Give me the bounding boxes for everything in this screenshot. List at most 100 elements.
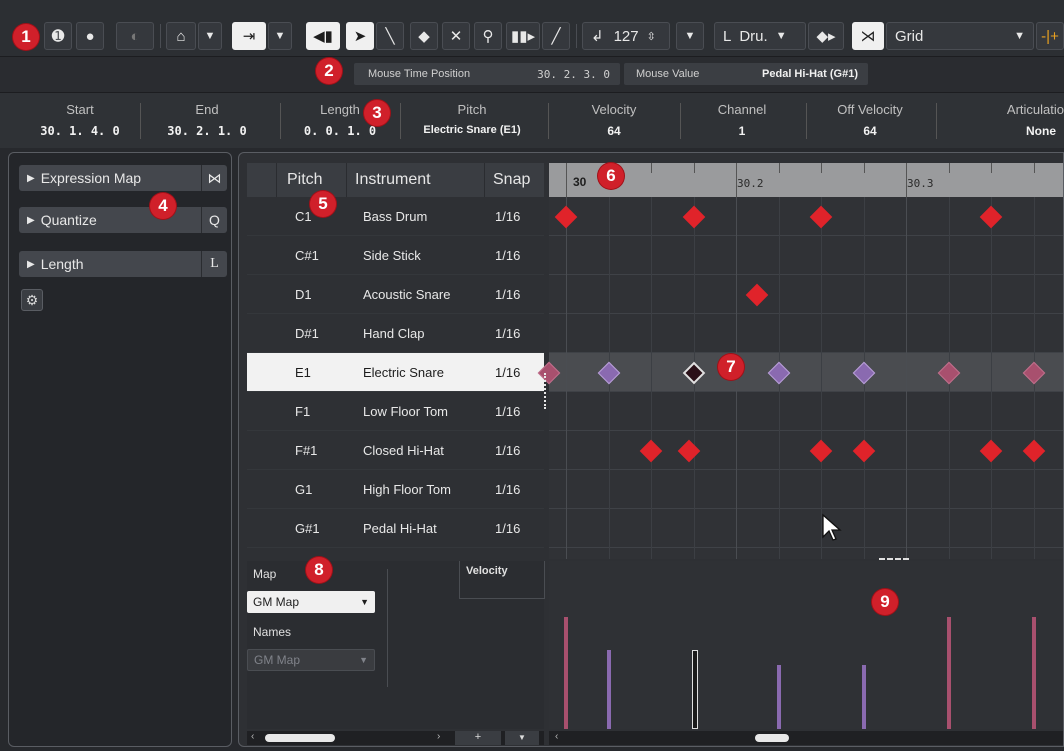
scroll-thumb[interactable] bbox=[755, 734, 789, 742]
insert-velocity-value: 127 bbox=[613, 27, 639, 45]
info-end[interactable]: End 30. 2. 1. 0 bbox=[152, 93, 262, 149]
velocity-bar[interactable] bbox=[776, 665, 781, 729]
callout-marker-2: 2 bbox=[316, 58, 342, 84]
info-off-velocity[interactable]: Off Velocity 64 bbox=[810, 93, 930, 149]
pitch-value[interactable]: Electric Snare (E1) bbox=[404, 124, 540, 136]
info-channel[interactable]: Channel 1 bbox=[684, 93, 800, 149]
info-pitch[interactable]: Pitch Electric Snare (E1) bbox=[404, 93, 540, 149]
instrument-column-header[interactable]: Instrument bbox=[347, 163, 485, 197]
map-select[interactable]: GM Map ▼ bbox=[247, 591, 375, 613]
splitter-handle[interactable] bbox=[544, 373, 548, 409]
drum-list-row[interactable]: F1 Low Floor Tom 1/16 bbox=[247, 392, 544, 431]
snap-cell: 1/16 bbox=[495, 247, 521, 263]
add-lane-icon[interactable]: + bbox=[455, 731, 501, 745]
grid-horizontal-scrollbar[interactable]: ‹ bbox=[549, 731, 1063, 745]
velocity-bar[interactable] bbox=[606, 649, 611, 729]
drum-list-row[interactable]: D#1 Hand Clap 1/16 bbox=[247, 314, 544, 353]
inspector-dropdown-icon[interactable]: ▼ bbox=[198, 22, 222, 50]
drum-list-row[interactable]: C1 Bass Drum 1/16 bbox=[247, 197, 544, 236]
snap-type-icon[interactable]: ⋊ bbox=[852, 22, 884, 50]
drum-list-row[interactable]: E1 Electric Snare 1/16 bbox=[247, 353, 544, 392]
note-lane[interactable] bbox=[549, 314, 1063, 353]
note-lane[interactable] bbox=[549, 353, 1063, 392]
pitch-label: Pitch bbox=[457, 102, 487, 117]
stepper-icon[interactable]: ⇳ bbox=[647, 30, 656, 43]
start-label: Start bbox=[66, 102, 94, 117]
erase-icon[interactable]: ◆ bbox=[410, 22, 438, 50]
length-quantize-select[interactable]: L Dru. ▼ bbox=[714, 22, 806, 50]
velocity-lane-label[interactable]: Velocity bbox=[459, 561, 545, 599]
note-lane[interactable] bbox=[549, 392, 1063, 431]
record-icon[interactable]: ● bbox=[76, 22, 104, 50]
inspector-toggle-icon[interactable]: ⌂ bbox=[166, 22, 196, 50]
velocity-bar[interactable] bbox=[1031, 616, 1036, 729]
inspector-length[interactable]: ▶ Length L bbox=[19, 251, 227, 277]
velocity-bar[interactable] bbox=[691, 649, 698, 729]
scroll-left-icon[interactable]: ‹ bbox=[251, 731, 254, 742]
pitch-cell: G1 bbox=[295, 481, 313, 497]
object-select-icon[interactable]: ➤ bbox=[346, 22, 374, 50]
autoscroll-dropdown-icon[interactable]: ▼ bbox=[268, 22, 292, 50]
scroll-left-icon[interactable]: ‹ bbox=[555, 731, 558, 742]
mute-icon[interactable]: ✕ bbox=[442, 22, 470, 50]
instrument-cell: Closed Hi-Hat bbox=[363, 442, 444, 458]
line-tool-icon[interactable]: ╱ bbox=[542, 22, 570, 50]
info-velocity[interactable]: Velocity 64 bbox=[552, 93, 676, 149]
note-grid[interactable] bbox=[537, 163, 1063, 559]
velocity-dropdown-icon[interactable]: ▼ bbox=[676, 22, 704, 50]
end-value[interactable]: 30. 2. 1. 0 bbox=[152, 124, 262, 138]
channel-value[interactable]: 1 bbox=[684, 124, 800, 138]
comp-tool-icon[interactable]: ▮▮▸ bbox=[506, 22, 540, 50]
ruler[interactable]: 30 30.2 30.3 bbox=[549, 163, 1063, 197]
zoom-icon[interactable]: ⚲ bbox=[474, 22, 502, 50]
names-select[interactable]: GM Map ▼ bbox=[247, 649, 375, 671]
start-value[interactable]: 30. 1. 4. 0 bbox=[30, 124, 130, 138]
solo-icon[interactable]: ➊ bbox=[44, 22, 72, 50]
inspector-quantize[interactable]: ▶ Quantize Q bbox=[19, 207, 227, 233]
drumstick-icon[interactable]: ╲ bbox=[376, 22, 404, 50]
articulation-value[interactable]: None bbox=[980, 124, 1064, 138]
lane-dropdown-icon[interactable]: ▼ bbox=[505, 731, 539, 745]
note-lane[interactable] bbox=[549, 509, 1063, 548]
mouse-value-label: Mouse Value bbox=[636, 68, 700, 80]
scroll-right-icon[interactable]: › bbox=[437, 731, 440, 742]
gear-icon[interactable]: ⚙ bbox=[21, 289, 43, 311]
velocity-value[interactable]: 64 bbox=[552, 124, 676, 138]
inspector-expression-map[interactable]: ▶ Expression Map ⋈ bbox=[19, 165, 227, 191]
velocity-lane[interactable] bbox=[549, 558, 1063, 729]
callout-marker-9: 9 bbox=[872, 589, 898, 615]
grid-type-select[interactable]: Grid ▼ bbox=[886, 22, 1034, 50]
list-horizontal-scrollbar[interactable]: ‹ › + ▼ bbox=[247, 731, 544, 745]
quantize-icon[interactable]: -|+ bbox=[1036, 22, 1064, 50]
drum-list-row[interactable]: C#1 Side Stick 1/16 bbox=[247, 236, 544, 275]
lane-resize-handle[interactable] bbox=[879, 558, 909, 561]
audition-icon[interactable]: ◀▮ bbox=[306, 22, 340, 50]
expression-map-icon[interactable]: ⋈ bbox=[201, 165, 227, 191]
snap-cell: 1/16 bbox=[495, 208, 521, 224]
snap-toggle-icon[interactable]: ◆▸ bbox=[808, 22, 844, 50]
quantize-key-icon[interactable]: Q bbox=[201, 207, 227, 233]
velocity-bar[interactable] bbox=[564, 616, 568, 729]
note-lane[interactable] bbox=[549, 275, 1063, 314]
note-lane[interactable] bbox=[549, 236, 1063, 275]
note-lane[interactable] bbox=[549, 470, 1063, 509]
map-label: Map bbox=[253, 567, 277, 581]
drum-list-row[interactable]: D1 Acoustic Snare 1/16 bbox=[247, 275, 544, 314]
velocity-bar[interactable] bbox=[861, 665, 866, 729]
drum-list-row[interactable]: F#1 Closed Hi-Hat 1/16 bbox=[247, 431, 544, 470]
length-key-icon[interactable]: L bbox=[201, 251, 227, 277]
length-value[interactable]: 0. 0. 1. 0 bbox=[290, 124, 390, 138]
velocity-bar[interactable] bbox=[946, 616, 951, 729]
insert-velocity-field[interactable]: ↲ 127 ⇳ bbox=[582, 22, 670, 50]
autoscroll-icon[interactable]: ⇥ bbox=[232, 22, 266, 50]
off-velocity-value[interactable]: 64 bbox=[810, 124, 930, 138]
drum-list-row[interactable]: G1 High Floor Tom 1/16 bbox=[247, 470, 544, 509]
info-articulation[interactable]: Articulatio None bbox=[980, 93, 1064, 149]
drum-list-row[interactable]: G#1 Pedal Hi-Hat 1/16 bbox=[247, 509, 544, 548]
info-start[interactable]: Start 30. 1. 4. 0 bbox=[30, 93, 130, 149]
scroll-thumb[interactable] bbox=[265, 734, 335, 742]
mouse-value-value: Pedal Hi-Hat (G#1) bbox=[762, 68, 858, 80]
snap-column-header[interactable]: Snap bbox=[485, 163, 544, 197]
pitch-column-header[interactable]: Pitch bbox=[277, 163, 347, 197]
acoustic-feedback-icon[interactable]: ◐ bbox=[116, 22, 154, 50]
